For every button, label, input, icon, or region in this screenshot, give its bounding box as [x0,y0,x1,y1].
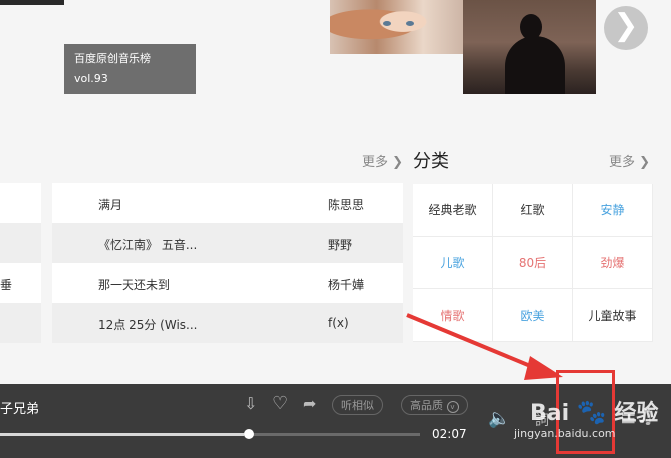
heart-icon[interactable]: ♡ [272,393,288,414]
volume-icon[interactable]: 🔈 [488,408,510,429]
annotation-arrow-line [406,313,541,372]
chevron-down-icon: v [446,401,459,413]
watermark-brand-suffix: 经验 [614,401,659,426]
baidu-watermark: Bai 🐾 经验 jingyan.baidu.com [514,395,659,440]
progress-handle[interactable] [243,429,254,439]
similar-button[interactable]: 听相似 [332,395,383,415]
watermark-brand: Bai [530,401,570,426]
share-icon[interactable]: ➦ [303,394,316,413]
quality-label: 高品质 [410,399,443,412]
elapsed-time: 02:07 [432,427,467,441]
progress-fill [0,433,244,436]
quality-button[interactable]: 高品质 v [401,395,468,415]
progress-track[interactable] [0,433,420,436]
now-playing-title: 子兄弟 [0,402,40,417]
watermark-url: jingyan.baidu.com [514,427,616,440]
paw-icon: 🐾 [576,398,607,426]
download-icon[interactable]: ⇩ [244,394,257,413]
